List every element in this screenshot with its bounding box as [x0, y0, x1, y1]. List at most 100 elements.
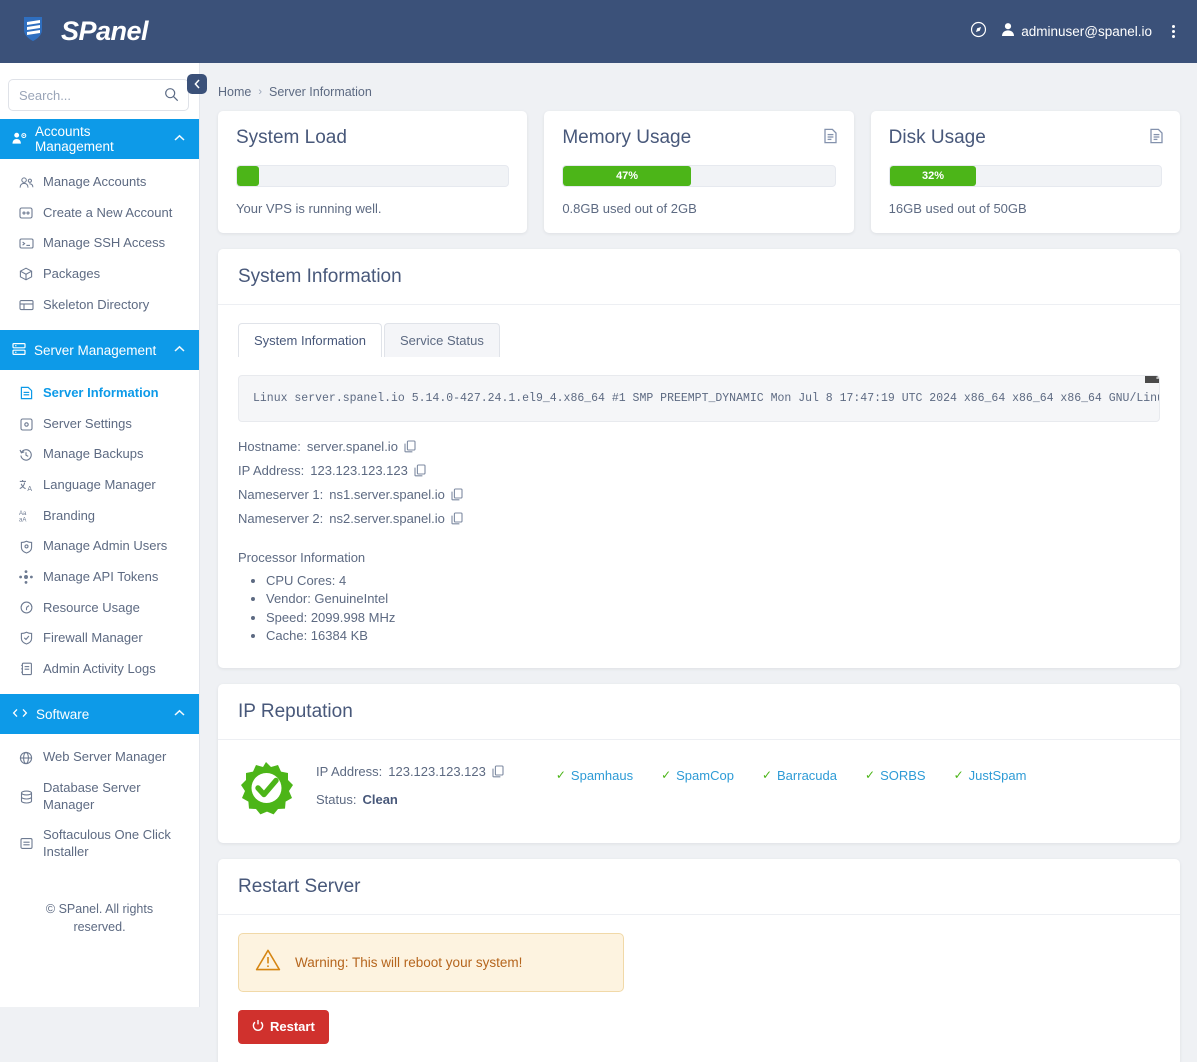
processor-information-list: CPU Cores: 4 Vendor: GenuineIntel Speed:…: [238, 572, 1160, 646]
stats-row: System Load Your VPS is running well. Me…: [218, 111, 1180, 233]
sidebar-item-language-manager[interactable]: A Language Manager: [0, 470, 199, 501]
report-icon[interactable]: [1149, 128, 1164, 149]
sidebar-item-admin-activity-logs[interactable]: Admin Activity Logs: [0, 654, 199, 685]
info-label: IP Address:: [316, 764, 382, 779]
sidebar-collapse-button[interactable]: [187, 74, 207, 94]
info-value: ns1.server.spanel.io: [329, 487, 445, 502]
sidebar-item-softaculous-one-click-installer[interactable]: Softaculous One Click Installer: [0, 820, 199, 867]
chevron-up-icon: [174, 344, 185, 356]
sidebar-item-web-server-manager[interactable]: Web Server Manager: [0, 742, 199, 773]
sidebar-item-database-server-manager[interactable]: Database Server Manager: [0, 773, 199, 820]
copy-icon[interactable]: [492, 765, 504, 778]
sidebar-item-label: Web Server Manager: [43, 749, 189, 766]
expand-icon[interactable]: [1145, 375, 1160, 383]
blacklist-sorbs[interactable]: ✓ SORBS: [865, 768, 926, 783]
tab-system-information[interactable]: System Information: [238, 323, 382, 357]
tab-service-status[interactable]: Service Status: [384, 323, 500, 357]
copy-icon[interactable]: [451, 488, 463, 501]
memory-usage-progress-bar: 47%: [562, 165, 835, 187]
add-account-icon: [18, 206, 34, 220]
stat-card-memory-usage: Memory Usage 47% 0.8GB used out of 2GB: [544, 111, 853, 233]
stat-title: Memory Usage: [562, 127, 835, 149]
stat-title: Disk Usage: [889, 127, 1162, 149]
stat-card-disk-usage: Disk Usage 32% 16GB used out of 50GB: [871, 111, 1180, 233]
restart-button[interactable]: Restart: [238, 1010, 329, 1044]
settings-square-icon: [18, 418, 34, 431]
sidebar-section-server-management[interactable]: Server Management: [0, 330, 199, 370]
sidebar-item-branding[interactable]: AaaA Branding: [0, 501, 199, 532]
search-icon[interactable]: [164, 87, 179, 107]
sidebar-item-firewall-manager[interactable]: Firewall Manager: [0, 623, 199, 654]
ip-reputation-status: Status: Clean: [316, 792, 504, 807]
ip-reputation-panel: IP Reputation IP Address: 123.123.123.12…: [218, 684, 1180, 843]
sidebar-item-create-a-new-account[interactable]: Create a New Account: [0, 198, 199, 229]
sidebar-item-manage-accounts[interactable]: Manage Accounts: [0, 167, 199, 198]
sidebar-item-resource-usage[interactable]: Resource Usage: [0, 593, 199, 624]
disk-usage-progress-bar: 32%: [889, 165, 1162, 187]
blacklist-barracuda[interactable]: ✓ Barracuda: [762, 768, 837, 783]
sidebar-item-manage-api-tokens[interactable]: Manage API Tokens: [0, 562, 199, 593]
logbook-icon: [18, 662, 34, 676]
blacklist-label: Barracuda: [777, 768, 837, 783]
progress-fill: 47%: [563, 166, 691, 186]
sidebar-item-label: Server Information: [43, 385, 189, 402]
sidebar-items-accounts-management: Manage Accounts Create a New Account Man…: [0, 159, 199, 330]
sidebar-item-manage-backups[interactable]: Manage Backups: [0, 439, 199, 470]
package-icon: [18, 267, 34, 281]
info-line-nameserver-2: Nameserver 2: ns2.server.spanel.io: [238, 511, 1160, 526]
compass-icon[interactable]: [970, 21, 987, 43]
report-icon[interactable]: [823, 128, 838, 149]
sidebar-section-software[interactable]: Software: [0, 694, 199, 734]
sidebar-item-skeleton-directory[interactable]: Skeleton Directory: [0, 290, 199, 321]
sidebar-section-label: Software: [36, 707, 166, 722]
check-icon: ✓: [762, 768, 772, 782]
top-bar-right: adminuser@spanel.io: [970, 21, 1181, 43]
chevron-up-icon: [174, 133, 185, 145]
ip-reputation-info: IP Address: 123.123.123.123 Status: Clea…: [316, 756, 504, 820]
server-icon: [12, 342, 26, 359]
status-badge: Clean: [362, 792, 397, 807]
blacklist-spamhaus[interactable]: ✓ Spamhaus: [556, 768, 633, 783]
blacklist-spamcop[interactable]: ✓ SpamCop: [661, 768, 734, 783]
sidebar-item-label: Create a New Account: [43, 205, 189, 222]
info-label: Nameserver 2:: [238, 511, 323, 526]
user-menu[interactable]: adminuser@spanel.io: [1001, 22, 1152, 42]
verified-check-badge-icon: [238, 756, 294, 821]
sidebar-section-accounts-management[interactable]: Accounts Management: [0, 119, 199, 159]
blacklist-label: JustSpam: [969, 768, 1027, 783]
kebab-menu-icon[interactable]: [1166, 23, 1181, 40]
sidebar-item-server-settings[interactable]: Server Settings: [0, 409, 199, 440]
progress-fill: [237, 166, 259, 186]
globe-icon: [18, 751, 34, 765]
copy-icon[interactable]: [414, 464, 426, 477]
search-box[interactable]: [8, 79, 189, 111]
copy-icon[interactable]: [404, 440, 416, 453]
blacklist-justspam[interactable]: ✓ JustSpam: [954, 768, 1027, 783]
list-item: Vendor: GenuineIntel: [266, 590, 1160, 608]
sidebar-item-packages[interactable]: Packages: [0, 259, 199, 290]
person-icon: [1001, 22, 1015, 42]
logo[interactable]: SPanel: [20, 14, 148, 49]
check-icon: ✓: [865, 768, 875, 782]
sidebar-item-label: Language Manager: [43, 477, 189, 494]
sidebar-item-server-information[interactable]: Server Information: [0, 378, 199, 409]
restart-server-panel: Restart Server Warning: This will reboot…: [218, 859, 1180, 1062]
sidebar-item-label: Manage API Tokens: [43, 569, 189, 586]
chevron-up-icon: [174, 708, 185, 720]
panel-title: IP Reputation: [218, 684, 1180, 740]
sidebar-item-label: Server Settings: [43, 416, 189, 433]
sidebar-section-label: Accounts Management: [35, 124, 166, 154]
gauge-icon: [18, 601, 34, 614]
info-line-ip-address: IP Address: 123.123.123.123: [316, 764, 504, 779]
svg-text:Aa: Aa: [19, 511, 27, 517]
sidebar-item-manage-admin-users[interactable]: Manage Admin Users: [0, 531, 199, 562]
panel-title: System Information: [218, 249, 1180, 305]
breadcrumb-home[interactable]: Home: [218, 85, 251, 99]
tab-list: System Information Service Status: [238, 323, 1160, 357]
check-icon: ✓: [556, 768, 566, 782]
sidebar-item-label: Resource Usage: [43, 600, 189, 617]
copy-icon[interactable]: [451, 512, 463, 525]
sidebar-item-manage-ssh-access[interactable]: Manage SSH Access: [0, 228, 199, 259]
directory-icon: [18, 299, 34, 311]
breadcrumb: Home › Server Information: [218, 85, 1180, 99]
